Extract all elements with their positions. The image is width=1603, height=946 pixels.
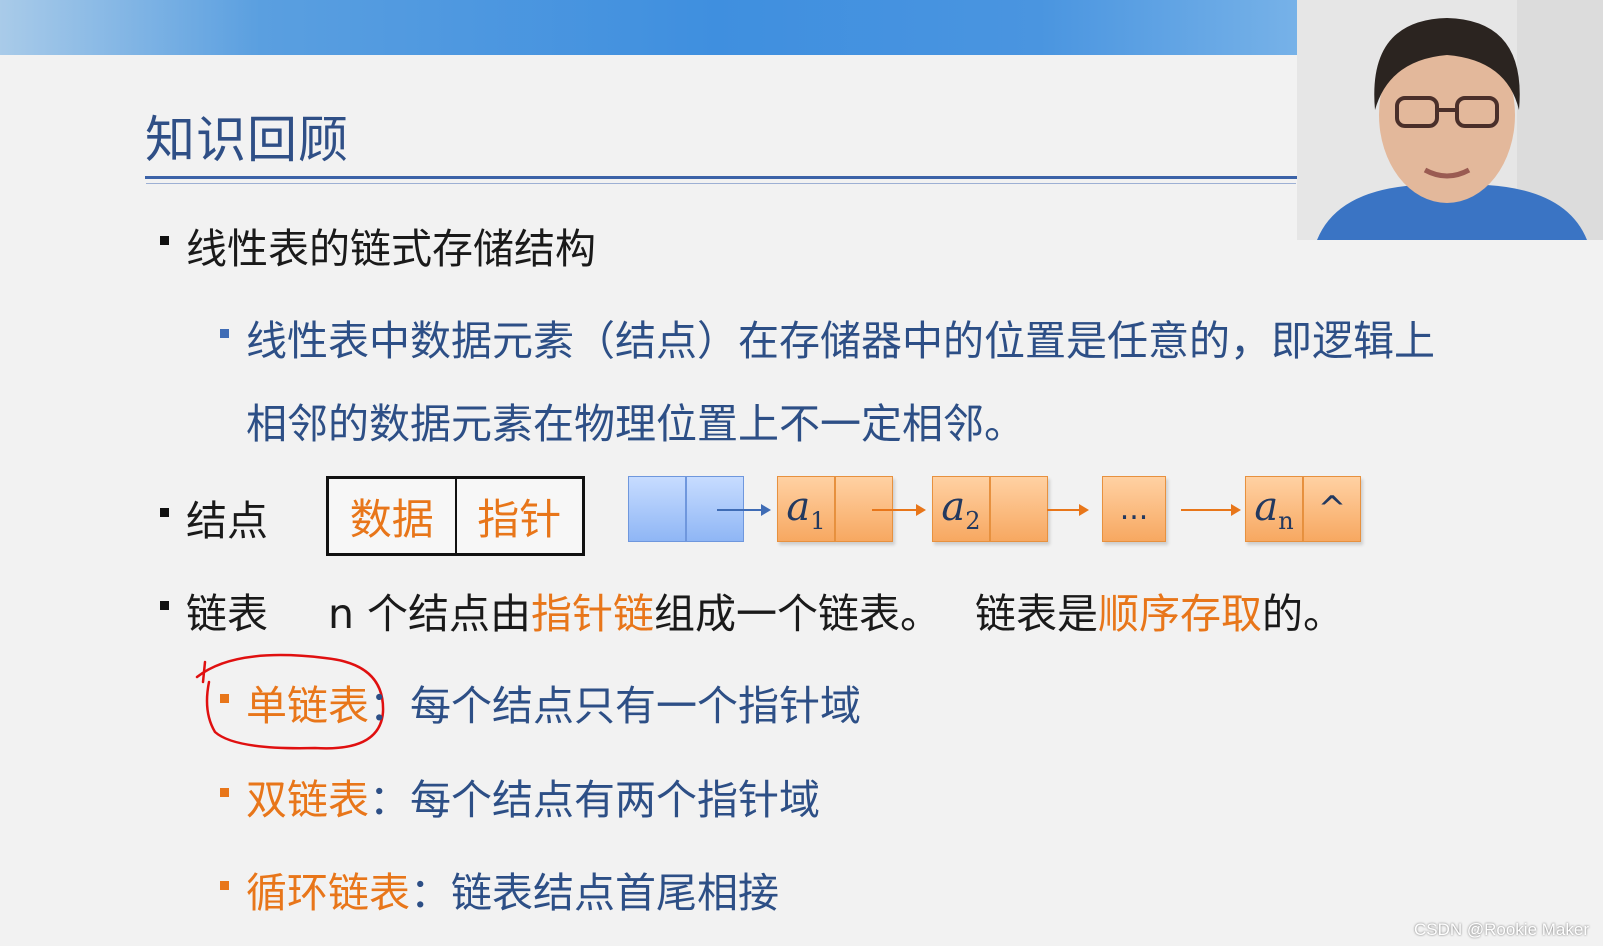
node-ellipsis-cell: ... <box>1102 476 1166 542</box>
node-a2: a2 <box>932 476 1048 542</box>
arrow-head-to-a1 <box>717 504 771 516</box>
doubly-linked-term: 双链表 <box>246 776 369 824</box>
node-pointer-field: 指针 <box>454 479 583 553</box>
bullet-square <box>220 881 229 890</box>
list-desc-highlight-pointer-chain: 指针链 <box>531 590 655 638</box>
item-singly-linked: 单链表：每个结点只有一个指针域 <box>246 672 861 732</box>
item-node-label: 结点 <box>186 497 268 545</box>
node-a2-pointer <box>990 476 1048 542</box>
arrow-a1-to-a2 <box>872 504 926 516</box>
node-an-pointer: ^ <box>1303 476 1361 542</box>
node-ellipsis: ... <box>1102 476 1166 542</box>
node-a2-data: a2 <box>932 476 990 542</box>
bullet-square <box>160 508 169 517</box>
item-doubly-linked: 双链表：每个结点有两个指针域 <box>246 766 820 826</box>
slide-top-banner <box>0 0 1300 55</box>
list-desc-part1: n 个结点由 <box>328 590 532 638</box>
list-desc-part4: 的。 <box>1262 590 1344 638</box>
bullet-square <box>160 236 169 245</box>
slide-title: 知识回顾 <box>145 111 349 169</box>
bullet-square <box>160 601 169 610</box>
item-storage-desc-line1: 线性表中数据元素（结点）在存储器中的位置是任意的，即逻辑上 <box>246 317 1435 365</box>
bullet-square <box>220 329 229 338</box>
list-desc-part3: 链表是 <box>975 590 1098 638</box>
circular-linked-term: 循环链表 <box>246 869 410 917</box>
head-data-cell <box>628 476 686 542</box>
bullet-square <box>220 788 229 797</box>
singly-linked-term: 单链表 <box>246 682 369 730</box>
item-linked-storage: 线性表的链式存储结构 <box>186 225 596 273</box>
list-description: n 个结点由指针链组成一个链表。 <box>328 580 941 640</box>
null-pointer-symbol: ^ <box>1317 489 1347 529</box>
linked-list-diagram: a1 a2 ... an ^ <box>625 470 1375 560</box>
singly-linked-desc: ：每个结点只有一个指针域 <box>369 682 861 730</box>
arrow-ellipsis-to-an <box>1181 504 1241 516</box>
arrow-a2-to-ellipsis <box>1047 504 1089 516</box>
item-circular-linked: 循环链表：链表结点首尾相接 <box>246 859 779 919</box>
node-a1-data: a1 <box>777 476 835 542</box>
node-an-data: an <box>1245 476 1303 542</box>
list-desc-highlight-sequential: 顺序存取 <box>1098 590 1262 638</box>
node-structure-box: 数据 指针 <box>326 476 585 556</box>
presenter-video-frame <box>1297 0 1603 240</box>
node-an-label: an <box>1254 483 1294 535</box>
ellipsis-text: ... <box>1119 491 1149 527</box>
bullet-square <box>220 694 229 703</box>
list-desc-part2: 组成一个链表。 <box>654 590 942 638</box>
node-data-field: 数据 <box>349 494 434 544</box>
node-a2-label: a2 <box>941 483 981 535</box>
csdn-watermark: CSDN @Rookie Maker <box>1413 920 1589 939</box>
item-storage-desc-line2: 相邻的数据元素在物理位置上不一定相邻。 <box>246 400 1025 448</box>
doubly-linked-desc: ：每个结点有两个指针域 <box>369 776 820 824</box>
list-access-description: 链表是顺序存取的。 <box>975 580 1344 640</box>
item-list-label: 链表 <box>186 590 268 638</box>
presenter-webcam <box>1297 0 1603 240</box>
node-an: an ^ <box>1245 476 1361 542</box>
node-a1-label: a1 <box>786 483 826 535</box>
title-underline <box>145 176 1297 179</box>
circular-linked-desc: ：链表结点首尾相接 <box>410 869 779 917</box>
